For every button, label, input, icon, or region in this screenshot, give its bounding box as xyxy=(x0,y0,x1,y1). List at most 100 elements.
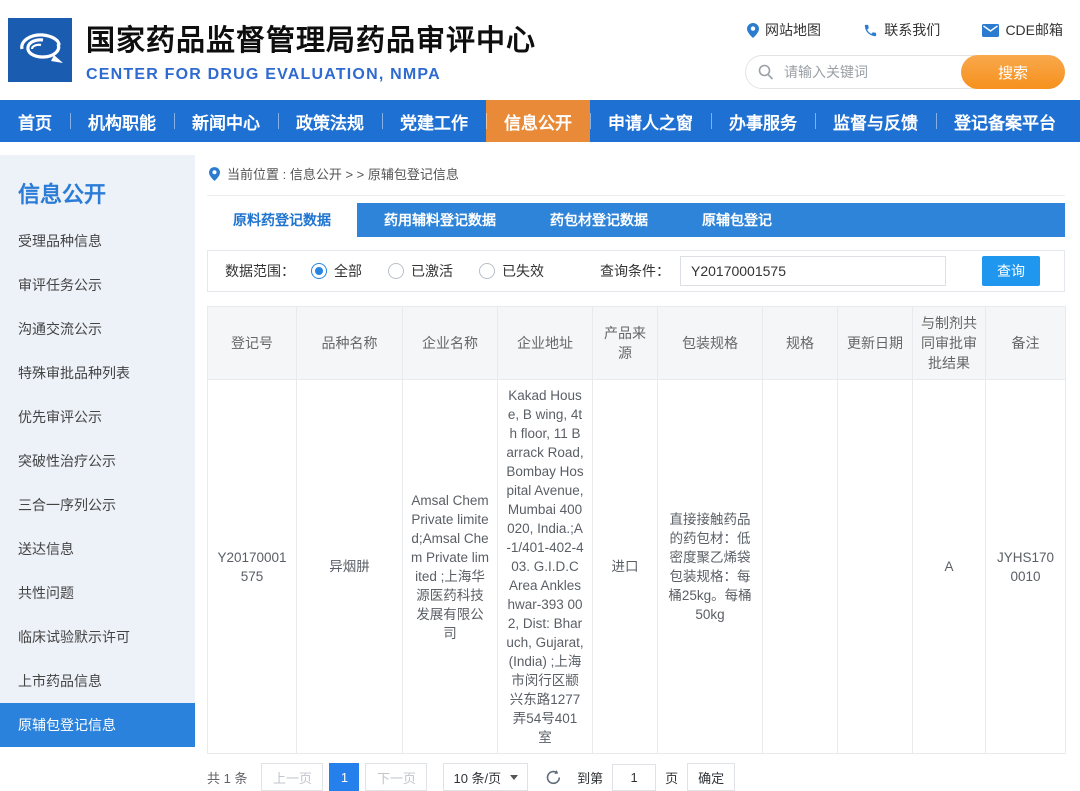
cell-spec xyxy=(763,380,838,754)
brand-text: 国家药品监督管理局药品审评中心 CENTER FOR DRUG EVALUATI… xyxy=(86,17,536,84)
phone-icon xyxy=(863,23,878,38)
nav-item-registration-platform[interactable]: 登记备案平台 xyxy=(936,100,1074,142)
sitemap-label: 网站地图 xyxy=(765,20,821,40)
mail-icon xyxy=(982,24,999,37)
page-unit-label: 页 xyxy=(665,768,678,787)
magnifier-icon xyxy=(758,64,774,80)
tab-packaging-registration-data[interactable]: 药包材登记数据 xyxy=(523,203,675,237)
registration-table: 登记号 品种名称 企业名称 企业地址 产品来源 包装规格 规格 更新日期 与制剂… xyxy=(207,306,1066,754)
site-title: 国家药品监督管理局药品审评中心 xyxy=(86,17,536,59)
cell-update-date xyxy=(838,380,913,754)
breadcrumb-text: 当前位置 : 信息公开 > > 原辅包登记信息 xyxy=(227,164,459,183)
sidebar-item-marketed-drugs[interactable]: 上市药品信息 xyxy=(0,659,195,703)
col-registration-no: 登记号 xyxy=(208,307,297,380)
sidebar-item-review-tasks[interactable]: 审评任务公示 xyxy=(0,263,195,307)
site-header: 国家药品监督管理局药品审评中心 CENTER FOR DRUG EVALUATI… xyxy=(0,0,1080,100)
sidebar-item-communication[interactable]: 沟通交流公示 xyxy=(0,307,195,351)
radio-all-label: 全部 xyxy=(334,261,362,281)
main-nav: 首页 机构职能 新闻中心 政策法规 党建工作 信息公开 申请人之窗 办事服务 监… xyxy=(0,100,1080,142)
nav-item-info-disclosure[interactable]: 信息公开 xyxy=(486,100,590,142)
cde-mail-label: CDE邮箱 xyxy=(1005,20,1063,40)
site-subtitle: CENTER FOR DRUG EVALUATION, NMPA xyxy=(86,66,536,84)
radio-expired[interactable]: 已失效 xyxy=(479,261,544,281)
col-joint-review-result: 与制剂共同审批审批结果 xyxy=(913,307,986,380)
col-product-name: 品种名称 xyxy=(297,307,403,380)
next-page-button[interactable]: 下一页 xyxy=(365,763,427,791)
col-company-address: 企业地址 xyxy=(498,307,593,380)
refresh-icon xyxy=(545,769,562,786)
search-input[interactable] xyxy=(782,63,961,81)
nav-item-policy[interactable]: 政策法规 xyxy=(278,100,382,142)
cell-company-name: Amsal Chem Private limited;Amsal Chem Pr… xyxy=(403,380,498,754)
sidebar: 信息公开 受理品种信息 审评任务公示 沟通交流公示 特殊审批品种列表 优先审评公… xyxy=(0,155,195,744)
cell-registration-no: Y20170001575 xyxy=(208,380,297,754)
tab-api-registration-data[interactable]: 原料药登记数据 xyxy=(207,203,357,237)
nav-item-party[interactable]: 党建工作 xyxy=(382,100,486,142)
breadcrumb: 当前位置 : 信息公开 > > 原辅包登记信息 xyxy=(207,155,1065,196)
nav-item-functions[interactable]: 机构职能 xyxy=(70,100,174,142)
contact-link[interactable]: 联系我们 xyxy=(863,20,940,40)
nav-item-services[interactable]: 办事服务 xyxy=(711,100,815,142)
sidebar-item-clinical-trial-license[interactable]: 临床试验默示许可 xyxy=(0,615,195,659)
radio-activated[interactable]: 已激活 xyxy=(388,261,453,281)
sitemap-link[interactable]: 网站地图 xyxy=(747,20,821,40)
col-company-name: 企业名称 xyxy=(403,307,498,380)
cell-product-source: 进口 xyxy=(593,380,658,754)
cell-packaging-spec: 直接接触药品的药包材：低密度聚乙烯袋包装规格：每桶25kg。每桶50kg xyxy=(658,380,763,754)
pagination: 共 1 条 上一页 1 下一页 10 条/页 到第 页 确定 xyxy=(207,763,1065,791)
col-packaging-spec: 包装规格 xyxy=(658,307,763,380)
prev-page-button[interactable]: 上一页 xyxy=(261,763,323,791)
refresh-button[interactable] xyxy=(545,769,562,786)
location-pin-icon xyxy=(747,23,759,38)
sidebar-item-raw-aux-pack-registration[interactable]: 原辅包登记信息 xyxy=(0,703,195,747)
site-logo[interactable]: 国家药品监督管理局药品审评中心 CENTER FOR DRUG EVALUATI… xyxy=(8,17,536,84)
goto-page-label: 到第 xyxy=(577,768,603,787)
cde-logo-icon xyxy=(8,18,72,82)
main-content: 当前位置 : 信息公开 > > 原辅包登记信息 原料药登记数据 药用辅料登记数据… xyxy=(207,155,1065,744)
sidebar-item-three-in-one[interactable]: 三合一序列公示 xyxy=(0,483,195,527)
tab-excipient-registration-data[interactable]: 药用辅料登记数据 xyxy=(357,203,523,237)
cell-company-address: Kakad House, B wing, 4th floor, 11 Barra… xyxy=(498,380,593,754)
goto-page-input[interactable] xyxy=(612,764,656,791)
scope-label: 数据范围： xyxy=(225,261,295,281)
cell-product-name: 异烟肼 xyxy=(297,380,403,754)
query-condition-input[interactable] xyxy=(680,256,946,286)
page-size-select[interactable]: 10 条/页 xyxy=(443,763,528,791)
radio-activated-label: 已激活 xyxy=(411,261,453,281)
cell-remark: JYHS1700010 xyxy=(986,380,1066,754)
nav-item-supervision[interactable]: 监督与反馈 xyxy=(815,100,936,142)
radio-all[interactable]: 全部 xyxy=(311,261,362,281)
confirm-button[interactable]: 确定 xyxy=(687,763,735,791)
radio-expired-label: 已失效 xyxy=(502,261,544,281)
sidebar-item-delivery-info[interactable]: 送达信息 xyxy=(0,527,195,571)
sidebar-item-priority-review[interactable]: 优先审评公示 xyxy=(0,395,195,439)
tab-raw-aux-pack-registration[interactable]: 原辅包登记 xyxy=(675,203,799,237)
cde-mail-link[interactable]: CDE邮箱 xyxy=(982,20,1063,40)
quick-links: 网站地图 联系我们 CDE邮箱 xyxy=(745,20,1065,40)
nav-item-applicant-window[interactable]: 申请人之窗 xyxy=(590,100,711,142)
table-row: Y20170001575 异烟肼 Amsal Chem Private limi… xyxy=(208,380,1066,754)
caret-down-icon xyxy=(510,775,518,780)
sidebar-item-breakthrough-therapy[interactable]: 突破性治疗公示 xyxy=(0,439,195,483)
search-button[interactable]: 搜索 xyxy=(961,55,1065,89)
nav-item-news[interactable]: 新闻中心 xyxy=(174,100,278,142)
nav-item-home[interactable]: 首页 xyxy=(0,100,70,142)
col-remark: 备注 xyxy=(986,307,1066,380)
radio-dot-icon xyxy=(388,263,404,279)
scope-radio-group: 全部 已激活 已失效 xyxy=(311,261,544,281)
sidebar-title: 信息公开 xyxy=(0,171,195,219)
sidebar-item-accepted-varieties[interactable]: 受理品种信息 xyxy=(0,219,195,263)
sidebar-item-special-approval[interactable]: 特殊审批品种列表 xyxy=(0,351,195,395)
page-size-value: 10 条/页 xyxy=(453,768,501,787)
site-search: 搜索 xyxy=(745,55,1065,89)
radio-dot-icon xyxy=(479,263,495,279)
contact-label: 联系我们 xyxy=(884,20,940,40)
sidebar-item-common-issues[interactable]: 共性问题 xyxy=(0,571,195,615)
query-button[interactable]: 查询 xyxy=(982,256,1040,286)
page-body: 信息公开 受理品种信息 审评任务公示 沟通交流公示 特殊审批品种列表 优先审评公… xyxy=(0,155,1080,744)
radio-dot-icon xyxy=(311,263,327,279)
table-header-row: 登记号 品种名称 企业名称 企业地址 产品来源 包装规格 规格 更新日期 与制剂… xyxy=(208,307,1066,380)
filter-bar: 数据范围： 全部 已激活 已失效 查询条件： 查询 xyxy=(207,250,1065,292)
header-right: 网站地图 联系我们 CDE邮箱 搜索 xyxy=(745,20,1065,89)
page-number-1[interactable]: 1 xyxy=(329,763,359,791)
